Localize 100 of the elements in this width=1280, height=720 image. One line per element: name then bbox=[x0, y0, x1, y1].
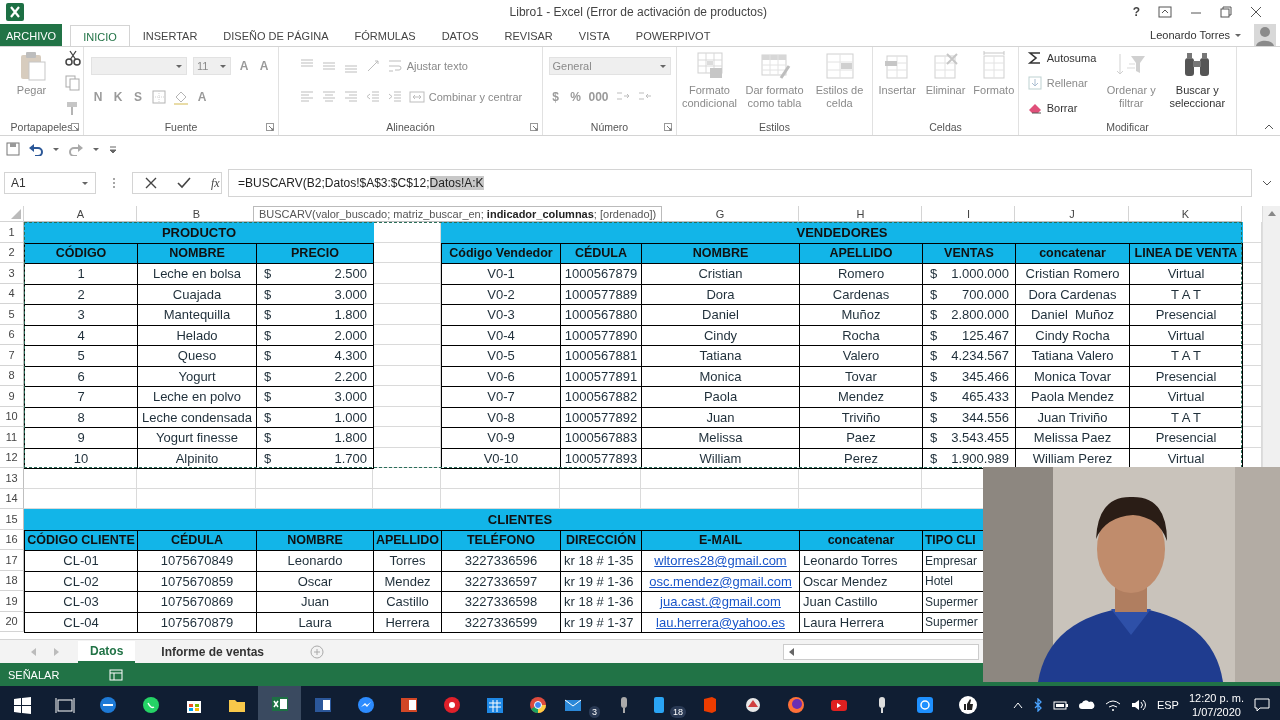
task-view-icon[interactable] bbox=[54, 695, 75, 715]
sum-icon[interactable] bbox=[1026, 50, 1043, 66]
scroll-up-icon[interactable] bbox=[1267, 210, 1276, 216]
chat-icon[interactable] bbox=[140, 695, 161, 715]
user-name[interactable]: Leonardo Torres bbox=[1150, 29, 1230, 41]
table-cell: CL-02 bbox=[24, 570, 138, 592]
messenger-icon[interactable] bbox=[355, 695, 376, 715]
wifi-icon[interactable] bbox=[1104, 699, 1121, 711]
row-number[interactable]: 10 bbox=[0, 406, 24, 427]
table-header-cell: CÉDULA bbox=[560, 242, 642, 264]
amount: 344.556 bbox=[962, 409, 1009, 425]
row-number[interactable]: 14 bbox=[0, 488, 24, 509]
column-header[interactable]: B bbox=[192, 208, 201, 220]
show-hidden-icon[interactable] bbox=[1012, 701, 1023, 709]
start-icon[interactable] bbox=[11, 695, 32, 715]
email-link[interactable]: osc.mendez@gmail.com bbox=[649, 573, 792, 589]
caret-icon[interactable] bbox=[92, 145, 100, 153]
row-number[interactable]: 9 bbox=[0, 386, 24, 407]
camera-icon[interactable] bbox=[914, 695, 935, 715]
scissors-icon[interactable] bbox=[65, 50, 81, 66]
table-cell: V0-3 bbox=[441, 304, 561, 326]
row-number[interactable]: 11 bbox=[0, 427, 24, 448]
row-number[interactable]: 3 bbox=[0, 263, 24, 284]
email-link[interactable]: lau.herrera@yahoo.es bbox=[656, 614, 785, 630]
clock-date[interactable]: 1/07/2020 bbox=[1192, 705, 1241, 719]
cloud-icon[interactable] bbox=[1078, 700, 1095, 710]
column-header[interactable]: I bbox=[966, 208, 971, 220]
group-label: Celdas bbox=[929, 121, 962, 133]
save-icon[interactable] bbox=[6, 142, 20, 156]
dialog-launcher-icon[interactable] bbox=[530, 123, 538, 131]
row-number[interactable]: 4 bbox=[0, 283, 24, 304]
spreadsheet-icon[interactable] bbox=[269, 694, 290, 714]
cancel-icon[interactable] bbox=[145, 177, 157, 189]
ribbon-button[interactable]: Borrar bbox=[1026, 100, 1078, 116]
ribbon-tab[interactable]: INICIO bbox=[70, 25, 130, 47]
expand-icon[interactable] bbox=[1262, 179, 1272, 187]
row-number[interactable]: 8 bbox=[0, 365, 24, 386]
email-link[interactable]: wltorres28@gmail.com bbox=[654, 553, 787, 569]
insert-function-button[interactable]: fx bbox=[211, 175, 220, 191]
email-link[interactable]: jua.cast.@gmail.com bbox=[660, 594, 781, 610]
spreadsheet-app-icon bbox=[6, 3, 24, 21]
row-number[interactable]: 12 bbox=[0, 447, 24, 468]
ribbon-button[interactable]: Buscar y seleccionar bbox=[1166, 50, 1229, 110]
close-icon[interactable] bbox=[1250, 6, 1262, 18]
resize-handle-icon[interactable] bbox=[112, 177, 116, 189]
dialog-launcher-icon[interactable] bbox=[664, 123, 672, 131]
scroll-left-icon[interactable] bbox=[788, 647, 794, 656]
presentation-icon[interactable] bbox=[398, 695, 419, 715]
thumbs-up-icon[interactable] bbox=[957, 695, 978, 715]
horizontal-scrollbar[interactable] bbox=[783, 643, 979, 660]
window-title: Libro1 - Excel (Error de activación de productos) bbox=[508, 5, 769, 19]
caret-icon[interactable] bbox=[52, 145, 60, 153]
ribbon-tab[interactable]: FÓRMULAS bbox=[341, 24, 429, 46]
row-number[interactable]: 1 bbox=[0, 222, 24, 243]
amount: 3.543.455 bbox=[951, 430, 1009, 446]
document-icon[interactable] bbox=[312, 695, 333, 715]
row-number[interactable]: 13 bbox=[0, 468, 24, 489]
notifications-icon[interactable] bbox=[1254, 698, 1270, 712]
sheet-tab[interactable]: Datos bbox=[78, 640, 136, 663]
row-number[interactable]: 6 bbox=[0, 324, 24, 345]
language-indicator[interactable]: ESP bbox=[1156, 699, 1179, 711]
calendar-icon[interactable] bbox=[484, 695, 505, 715]
table-cell: 1075670879 bbox=[137, 611, 257, 633]
record-icon[interactable] bbox=[441, 695, 462, 715]
dialog-launcher-icon[interactable] bbox=[71, 123, 79, 131]
ribbon-tab[interactable]: VISTA bbox=[565, 24, 623, 46]
column-header[interactable]: J bbox=[1069, 208, 1075, 220]
clock-time[interactable]: 12:20 p. m. bbox=[1188, 691, 1244, 705]
macro-record-icon[interactable] bbox=[109, 668, 124, 681]
ribbon-tab[interactable]: DATOS bbox=[428, 24, 492, 46]
ribbon-button[interactable]: Autosuma bbox=[1026, 50, 1097, 66]
help-button[interactable]: ? bbox=[1132, 5, 1140, 19]
undo-icon[interactable] bbox=[28, 142, 44, 156]
dialog-launcher-icon[interactable] bbox=[266, 123, 274, 131]
column-header[interactable]: K bbox=[1181, 208, 1190, 220]
formula-field[interactable]: =BUSCARV(B2;Datos!$A$3:$C$12;Datos!A:K bbox=[228, 169, 1252, 197]
name-box[interactable]: A1 bbox=[4, 172, 96, 194]
table-cell: 3227336597 bbox=[441, 570, 561, 592]
battery-icon[interactable] bbox=[1052, 700, 1069, 710]
column-header[interactable]: H bbox=[856, 208, 865, 220]
volume-icon[interactable] bbox=[1130, 699, 1147, 711]
caret-icon[interactable] bbox=[81, 179, 89, 187]
ribbon-display-icon[interactable] bbox=[1158, 6, 1172, 18]
ribbon-tab[interactable]: REVISAR bbox=[491, 24, 566, 46]
column-header[interactable]: G bbox=[715, 208, 725, 220]
restore-icon[interactable] bbox=[1220, 6, 1232, 18]
ribbon-tab[interactable]: INSERTAR bbox=[129, 24, 211, 46]
column-header[interactable]: A bbox=[76, 208, 85, 220]
caret-icon[interactable] bbox=[1234, 31, 1242, 39]
ribbon-tab[interactable]: POWERPIVOT bbox=[622, 24, 724, 46]
collapse-ribbon-icon[interactable] bbox=[1264, 123, 1274, 131]
bluetooth-icon[interactable] bbox=[1032, 698, 1043, 712]
file-tab[interactable]: ARCHIVO bbox=[0, 24, 63, 46]
row-number[interactable]: 7 bbox=[0, 345, 24, 366]
row-number[interactable]: 2 bbox=[0, 242, 24, 263]
check-icon[interactable] bbox=[177, 177, 191, 189]
ribbon-tab[interactable]: DISEÑO DE PÁGINA bbox=[210, 24, 342, 46]
vertical-scrollbar[interactable] bbox=[1262, 206, 1280, 468]
row-number[interactable]: 5 bbox=[0, 304, 24, 325]
customize-icon[interactable] bbox=[108, 144, 118, 154]
